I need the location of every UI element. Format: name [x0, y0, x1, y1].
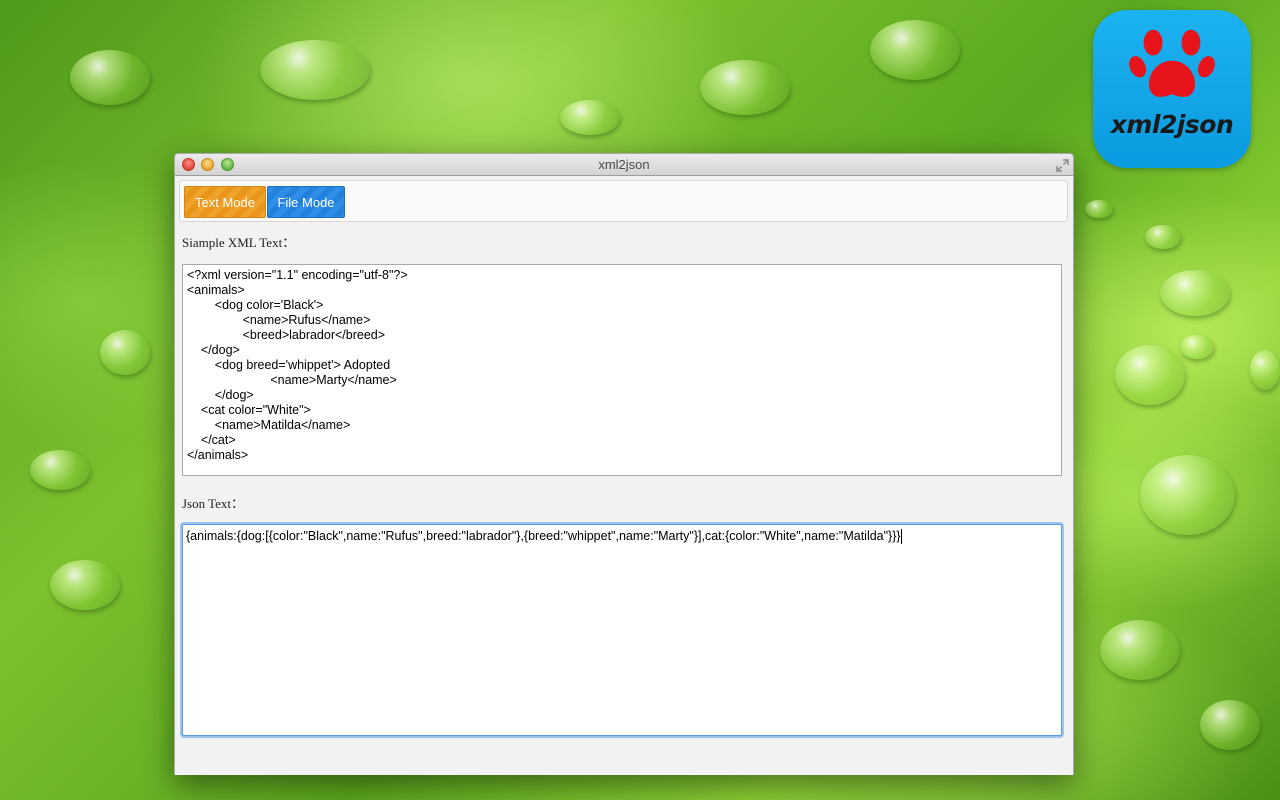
- xml-input-textarea[interactable]: <?xml version="1.1" encoding="utf-8"?> <…: [182, 264, 1062, 476]
- water-drop: [50, 560, 120, 610]
- xml-text-label: Siample XML Text：: [182, 235, 296, 250]
- text-mode-button[interactable]: Text Mode: [184, 186, 266, 218]
- app-icon-label: xml2json: [1110, 110, 1234, 139]
- water-drop: [1085, 200, 1113, 218]
- json-output-text: {animals:{dog:[{color:"Black",name:"Rufu…: [186, 529, 901, 543]
- mode-tab-bar: Text Mode File Mode: [179, 180, 1068, 222]
- water-drop: [870, 20, 960, 80]
- water-drop: [260, 40, 370, 100]
- water-drop: [1200, 700, 1260, 750]
- water-drop: [1100, 620, 1180, 680]
- app-icon[interactable]: xml2json: [1093, 10, 1251, 168]
- water-drop: [100, 330, 150, 375]
- window-content: Text Mode File Mode Siample XML Text： <?…: [175, 176, 1073, 775]
- title-bar[interactable]: xml2json: [175, 154, 1073, 176]
- paw-icon: [1129, 29, 1215, 97]
- water-drop: [1115, 345, 1185, 405]
- file-mode-button[interactable]: File Mode: [267, 186, 345, 218]
- window-title: xml2json: [598, 157, 650, 172]
- water-drop: [1140, 455, 1235, 535]
- json-output-textarea[interactable]: {animals:{dog:[{color:"Black",name:"Rufu…: [182, 524, 1062, 736]
- fullscreen-icon[interactable]: [1055, 158, 1070, 173]
- water-drop: [1250, 350, 1280, 390]
- text-caret: [900, 529, 902, 544]
- water-drop: [1145, 225, 1181, 249]
- water-drop: [30, 450, 90, 490]
- water-drop: [700, 60, 790, 115]
- water-drop: [1180, 335, 1214, 359]
- water-drop: [560, 100, 620, 135]
- app-window: xml2json Text Mode File Mode Siample XML…: [174, 153, 1074, 775]
- water-drop: [70, 50, 150, 105]
- water-drop: [1160, 270, 1230, 316]
- json-text-label: Json Text：: [182, 496, 245, 511]
